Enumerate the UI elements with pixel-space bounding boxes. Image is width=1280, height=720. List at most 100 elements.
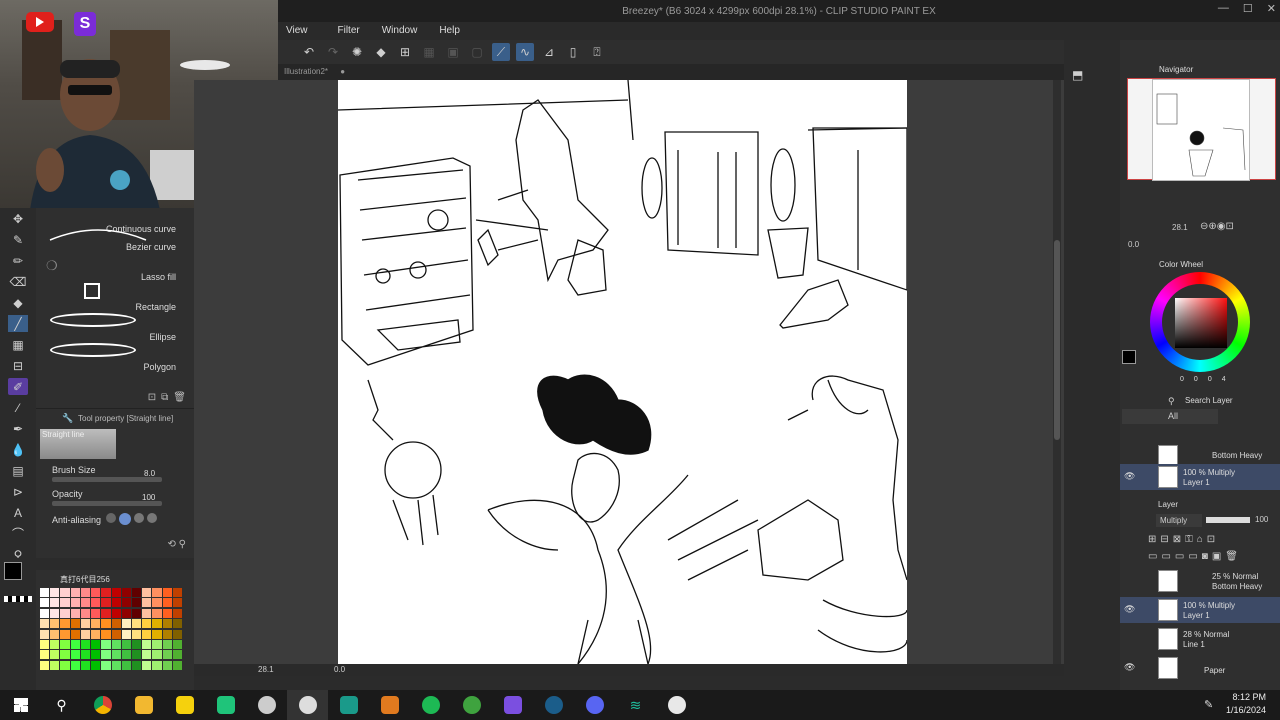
palette-swatch[interactable] <box>50 639 60 649</box>
palette-swatch[interactable] <box>40 598 50 608</box>
maximize-button[interactable]: ☐ <box>1243 2 1253 15</box>
palette-swatch[interactable] <box>131 629 142 639</box>
palette-swatch[interactable] <box>142 598 152 608</box>
palette-swatch[interactable] <box>80 608 91 618</box>
eye-icon[interactable]: 👁 <box>1124 662 1135 673</box>
palette-swatch[interactable] <box>121 660 131 670</box>
stabilizer-icon[interactable]: ⟋ <box>492 43 510 61</box>
subtool-polygon[interactable]: Polygon <box>36 343 186 376</box>
palette-swatch[interactable] <box>101 650 111 660</box>
palette-swatch[interactable] <box>152 608 162 618</box>
palette-swatch[interactable] <box>101 660 111 670</box>
layer-row-selected[interactable]: 👁 100 % Multiply Layer 1 <box>1120 464 1280 490</box>
palette-swatch[interactable] <box>162 619 172 629</box>
app-button[interactable] <box>246 690 287 720</box>
zoom-controls-icon[interactable]: ⊖⊕◉⊡ <box>1200 221 1234 232</box>
palette-swatch[interactable] <box>131 639 142 649</box>
figure-icon[interactable]: ✐ <box>8 378 28 395</box>
palette-swatch[interactable] <box>40 650 50 660</box>
palette-swatch[interactable] <box>162 639 172 649</box>
palette-swatch[interactable] <box>152 588 162 597</box>
navigator-angle[interactable]: 0.0 <box>1128 240 1139 249</box>
palette-swatch[interactable] <box>111 660 121 670</box>
ruler-icon[interactable]: ⊿ <box>540 43 558 61</box>
palette-swatch[interactable] <box>111 619 121 629</box>
palette-swatch[interactable] <box>50 660 60 670</box>
palette-swatch[interactable] <box>50 588 60 597</box>
frame-icon[interactable]: ▢ <box>468 43 486 61</box>
layout-icon[interactable]: ⊟ <box>8 357 28 374</box>
layer-row[interactable]: 👁 Paper <box>1120 655 1280 681</box>
palette-swatch[interactable] <box>50 629 60 639</box>
palette-swatch[interactable] <box>50 608 60 618</box>
palette-swatch[interactable] <box>162 598 172 608</box>
palette-swatch[interactable] <box>70 619 80 629</box>
palette-swatch[interactable] <box>50 598 60 608</box>
palette-swatch[interactable] <box>70 629 80 639</box>
undo-icon[interactable]: ↶ <box>300 43 318 61</box>
palette-swatch[interactable] <box>101 629 111 639</box>
palette-swatch[interactable] <box>70 639 80 649</box>
device-icon[interactable]: ▯ <box>564 43 582 61</box>
palette-swatch[interactable] <box>172 588 182 597</box>
palette-swatch[interactable] <box>121 598 131 608</box>
palette-grid[interactable] <box>40 588 182 670</box>
layer-opacity-slider[interactable] <box>1206 517 1250 523</box>
palette-swatch[interactable] <box>172 629 182 639</box>
palette-swatch[interactable] <box>80 660 91 670</box>
close-button[interactable]: ✕ <box>1267 2 1276 15</box>
layer-row-selected[interactable]: 👁 100 % Multiply Layer 1 <box>1120 597 1280 623</box>
palette-swatch[interactable] <box>91 639 101 649</box>
palette-swatch[interactable] <box>80 629 91 639</box>
palette-swatch[interactable] <box>152 660 162 670</box>
palette-swatch[interactable] <box>91 598 101 608</box>
palette-swatch[interactable] <box>50 619 60 629</box>
fill-icon[interactable]: ◆ <box>372 43 390 61</box>
palette-swatch[interactable] <box>91 588 101 597</box>
palette-swatch[interactable] <box>60 660 70 670</box>
menu-filter[interactable]: Filter <box>316 22 368 40</box>
palette-swatch[interactable] <box>70 598 80 608</box>
discord-button[interactable] <box>574 690 615 720</box>
palette-swatch[interactable] <box>111 598 121 608</box>
decoration-icon[interactable]: ✒ <box>8 420 28 437</box>
gear-icon[interactable]: ✺ <box>348 43 366 61</box>
palette-swatch[interactable] <box>152 619 162 629</box>
palette-swatch[interactable] <box>172 660 182 670</box>
palette-swatch[interactable] <box>172 639 182 649</box>
antialias-options[interactable] <box>106 513 157 525</box>
layer-row[interactable]: 25 % Normal Bottom Heavy <box>1120 568 1280 594</box>
app-button[interactable] <box>492 690 533 720</box>
drawing-canvas[interactable] <box>338 80 907 664</box>
zoom-value[interactable]: 28.1 <box>258 665 274 674</box>
steam-button[interactable] <box>533 690 574 720</box>
palette-swatch[interactable] <box>91 660 101 670</box>
menu-help[interactable]: Help <box>425 22 468 40</box>
move-icon[interactable]: ✥ <box>8 210 28 227</box>
crop-icon[interactable]: ▦ <box>420 43 438 61</box>
palette-swatch[interactable] <box>131 608 142 618</box>
palette-swatch[interactable] <box>111 608 121 618</box>
palette-swatch[interactable] <box>101 608 111 618</box>
canvas-scrollbar[interactable] <box>1053 80 1061 664</box>
layer-filter-select[interactable]: All <box>1122 409 1218 424</box>
chrome-button[interactable] <box>82 690 123 720</box>
palette-swatch[interactable] <box>162 629 172 639</box>
palette-swatch[interactable] <box>131 588 142 597</box>
blend-icon[interactable]: 💧 <box>8 441 28 458</box>
palette-swatch[interactable] <box>60 639 70 649</box>
tab-illustration[interactable]: Illustration2* <box>284 67 328 76</box>
palette-swatch[interactable] <box>70 608 80 618</box>
palette-swatch[interactable] <box>152 598 162 608</box>
palette-swatch[interactable] <box>40 588 50 597</box>
curve-icon[interactable]: ∿ <box>516 43 534 61</box>
balloon-icon[interactable]: ⌒ <box>8 525 28 542</box>
layer-opacity-value[interactable]: 100 <box>1255 515 1268 524</box>
palette-swatch[interactable] <box>142 608 152 618</box>
palette-swatch[interactable] <box>111 588 121 597</box>
settings-icon[interactable]: ⊡ <box>148 392 156 403</box>
eye-icon[interactable]: 👁 <box>1124 604 1135 615</box>
palette-swatch[interactable] <box>172 598 182 608</box>
minimize-button[interactable]: — <box>1218 2 1229 15</box>
palette-swatch[interactable] <box>80 588 91 597</box>
